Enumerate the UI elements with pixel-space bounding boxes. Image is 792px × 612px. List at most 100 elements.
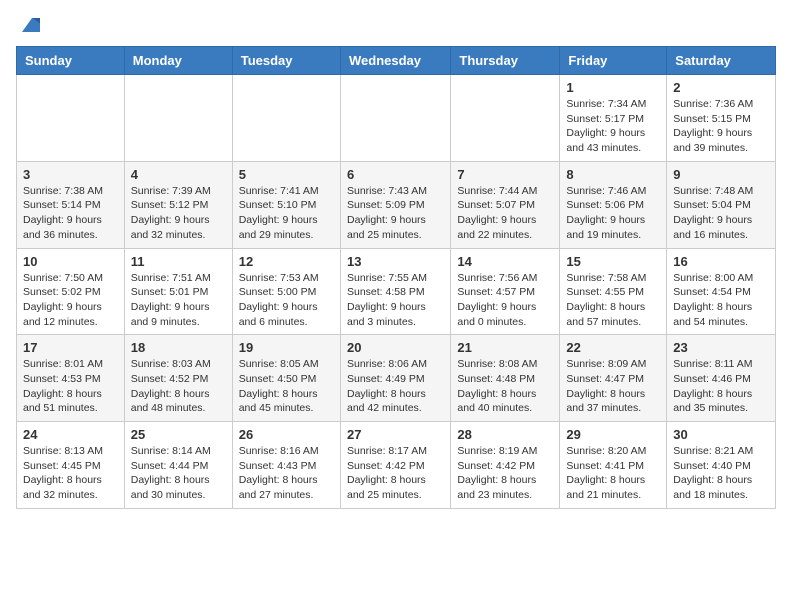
day-info: Sunrise: 7:41 AM Sunset: 5:10 PM Dayligh… <box>239 184 334 243</box>
day-number: 10 <box>23 254 118 269</box>
calendar-day-cell: 29Sunrise: 8:20 AM Sunset: 4:41 PM Dayli… <box>560 422 667 509</box>
day-info: Sunrise: 8:06 AM Sunset: 4:49 PM Dayligh… <box>347 357 444 416</box>
calendar-day-cell: 10 Sunrise: 7:50 AM Sunset: 5:02 PM Dayli… <box>17 248 125 335</box>
day-number: 15 <box>566 254 660 269</box>
calendar-header-saturday: Saturday <box>667 47 776 75</box>
calendar-day-cell: 3 Sunrise: 7:38 AM Sunset: 5:14 PM Daylig… <box>17 161 125 248</box>
day-info: Sunrise: 8:01 AM Sunset: 4:53 PM Dayligh… <box>23 357 118 416</box>
day-number: 6 <box>347 167 444 182</box>
day-info: Sunrise: 8:05 AM Sunset: 4:50 PM Dayligh… <box>239 357 334 416</box>
day-info: Sunrise: 8:19 AM Sunset: 4:42 PM Dayligh… <box>457 444 553 503</box>
day-info: Sunrise: 7:44 AM Sunset: 5:07 PM Dayligh… <box>457 184 553 243</box>
day-number: 8 <box>566 167 660 182</box>
calendar-day-cell <box>451 75 560 162</box>
day-info: Sunrise: 8:21 AM Sunset: 4:40 PM Dayligh… <box>673 444 769 503</box>
day-number: 5 <box>239 167 334 182</box>
calendar-day-cell <box>340 75 450 162</box>
calendar-day-cell: 20 Sunrise: 8:06 AM Sunset: 4:49 PM Dayli… <box>340 335 450 422</box>
calendar-day-cell: 14 Sunrise: 7:56 AM Sunset: 4:57 PM Dayli… <box>451 248 560 335</box>
day-number: 28 <box>457 427 553 442</box>
calendar-day-cell: 25 Sunrise: 8:14 AM Sunset: 4:44 PM Dayli… <box>124 422 232 509</box>
calendar-day-cell: 17 Sunrise: 8:01 AM Sunset: 4:53 PM Dayli… <box>17 335 125 422</box>
calendar-day-cell: 18 Sunrise: 8:03 AM Sunset: 4:52 PM Dayli… <box>124 335 232 422</box>
day-info: Sunrise: 7:39 AM Sunset: 5:12 PM Dayligh… <box>131 184 226 243</box>
day-info: Sunrise: 7:55 AM Sunset: 4:58 PM Dayligh… <box>347 271 444 330</box>
calendar-header-tuesday: Tuesday <box>232 47 340 75</box>
day-number: 14 <box>457 254 553 269</box>
calendar-day-cell: 7Sunrise: 7:44 AM Sunset: 5:07 PM Daylig… <box>451 161 560 248</box>
day-number: 26 <box>239 427 334 442</box>
calendar-day-cell: 19 Sunrise: 8:05 AM Sunset: 4:50 PM Dayli… <box>232 335 340 422</box>
calendar-day-cell: 1Sunrise: 7:34 AM Sunset: 5:17 PM Daylig… <box>560 75 667 162</box>
day-number: 13 <box>347 254 444 269</box>
calendar-day-cell: 21 Sunrise: 8:08 AM Sunset: 4:48 PM Dayli… <box>451 335 560 422</box>
day-number: 12 <box>239 254 334 269</box>
calendar-header-friday: Friday <box>560 47 667 75</box>
day-number: 4 <box>131 167 226 182</box>
calendar-week-row: 24Sunrise: 8:13 AM Sunset: 4:45 PM Dayli… <box>17 422 776 509</box>
calendar-week-row: 1Sunrise: 7:34 AM Sunset: 5:17 PM Daylig… <box>17 75 776 162</box>
calendar-day-cell <box>124 75 232 162</box>
day-number: 22 <box>566 340 660 355</box>
header <box>16 16 776 38</box>
day-number: 1 <box>566 80 660 95</box>
calendar-day-cell: 27Sunrise: 8:17 AM Sunset: 4:42 PM Dayli… <box>340 422 450 509</box>
day-info: Sunrise: 7:53 AM Sunset: 5:00 PM Dayligh… <box>239 271 334 330</box>
day-number: 9 <box>673 167 769 182</box>
day-number: 17 <box>23 340 118 355</box>
day-info: Sunrise: 8:09 AM Sunset: 4:47 PM Dayligh… <box>566 357 660 416</box>
calendar-header-thursday: Thursday <box>451 47 560 75</box>
day-number: 29 <box>566 427 660 442</box>
day-number: 24 <box>23 427 118 442</box>
calendar-week-row: 3 Sunrise: 7:38 AM Sunset: 5:14 PM Daylig… <box>17 161 776 248</box>
calendar-header-row: SundayMondayTuesdayWednesdayThursdayFrid… <box>17 47 776 75</box>
calendar-week-row: 10 Sunrise: 7:50 AM Sunset: 5:02 PM Dayli… <box>17 248 776 335</box>
calendar-header-monday: Monday <box>124 47 232 75</box>
day-info: Sunrise: 8:14 AM Sunset: 4:44 PM Dayligh… <box>131 444 226 503</box>
day-number: 27 <box>347 427 444 442</box>
calendar-day-cell: 28 Sunrise: 8:19 AM Sunset: 4:42 PM Dayli… <box>451 422 560 509</box>
day-number: 18 <box>131 340 226 355</box>
day-number: 21 <box>457 340 553 355</box>
day-info: Sunrise: 7:36 AM Sunset: 5:15 PM Dayligh… <box>673 97 769 156</box>
day-number: 25 <box>131 427 226 442</box>
day-info: Sunrise: 8:00 AM Sunset: 4:54 PM Dayligh… <box>673 271 769 330</box>
calendar-day-cell: 2 Sunrise: 7:36 AM Sunset: 5:15 PM Daylig… <box>667 75 776 162</box>
calendar-day-cell: 11 Sunrise: 7:51 AM Sunset: 5:01 PM Dayli… <box>124 248 232 335</box>
day-info: Sunrise: 7:46 AM Sunset: 5:06 PM Dayligh… <box>566 184 660 243</box>
calendar-day-cell: 8 Sunrise: 7:46 AM Sunset: 5:06 PM Daylig… <box>560 161 667 248</box>
logo <box>16 16 40 38</box>
calendar-day-cell: 5 Sunrise: 7:41 AM Sunset: 5:10 PM Daylig… <box>232 161 340 248</box>
day-info: Sunrise: 7:51 AM Sunset: 5:01 PM Dayligh… <box>131 271 226 330</box>
day-info: Sunrise: 7:38 AM Sunset: 5:14 PM Dayligh… <box>23 184 118 243</box>
calendar-day-cell: 30 Sunrise: 8:21 AM Sunset: 4:40 PM Dayli… <box>667 422 776 509</box>
day-number: 3 <box>23 167 118 182</box>
day-info: Sunrise: 8:03 AM Sunset: 4:52 PM Dayligh… <box>131 357 226 416</box>
calendar-week-row: 17 Sunrise: 8:01 AM Sunset: 4:53 PM Dayli… <box>17 335 776 422</box>
day-number: 20 <box>347 340 444 355</box>
day-info: Sunrise: 7:48 AM Sunset: 5:04 PM Dayligh… <box>673 184 769 243</box>
day-info: Sunrise: 7:43 AM Sunset: 5:09 PM Dayligh… <box>347 184 444 243</box>
calendar-day-cell: 15Sunrise: 7:58 AM Sunset: 4:55 PM Dayli… <box>560 248 667 335</box>
day-info: Sunrise: 7:56 AM Sunset: 4:57 PM Dayligh… <box>457 271 553 330</box>
calendar-day-cell: 24Sunrise: 8:13 AM Sunset: 4:45 PM Dayli… <box>17 422 125 509</box>
day-number: 23 <box>673 340 769 355</box>
logo-icon <box>18 14 40 36</box>
calendar-header-sunday: Sunday <box>17 47 125 75</box>
calendar-day-cell: 23Sunrise: 8:11 AM Sunset: 4:46 PM Dayli… <box>667 335 776 422</box>
day-info: Sunrise: 8:16 AM Sunset: 4:43 PM Dayligh… <box>239 444 334 503</box>
day-info: Sunrise: 7:50 AM Sunset: 5:02 PM Dayligh… <box>23 271 118 330</box>
day-number: 19 <box>239 340 334 355</box>
calendar-day-cell: 16 Sunrise: 8:00 AM Sunset: 4:54 PM Dayli… <box>667 248 776 335</box>
day-number: 11 <box>131 254 226 269</box>
calendar-day-cell: 26 Sunrise: 8:16 AM Sunset: 4:43 PM Dayli… <box>232 422 340 509</box>
day-info: Sunrise: 8:08 AM Sunset: 4:48 PM Dayligh… <box>457 357 553 416</box>
calendar-day-cell: 6 Sunrise: 7:43 AM Sunset: 5:09 PM Daylig… <box>340 161 450 248</box>
day-number: 2 <box>673 80 769 95</box>
day-number: 16 <box>673 254 769 269</box>
calendar-day-cell: 9 Sunrise: 7:48 AM Sunset: 5:04 PM Daylig… <box>667 161 776 248</box>
calendar-day-cell: 12 Sunrise: 7:53 AM Sunset: 5:00 PM Dayli… <box>232 248 340 335</box>
calendar-header-wednesday: Wednesday <box>340 47 450 75</box>
day-number: 30 <box>673 427 769 442</box>
calendar-day-cell: 4 Sunrise: 7:39 AM Sunset: 5:12 PM Daylig… <box>124 161 232 248</box>
